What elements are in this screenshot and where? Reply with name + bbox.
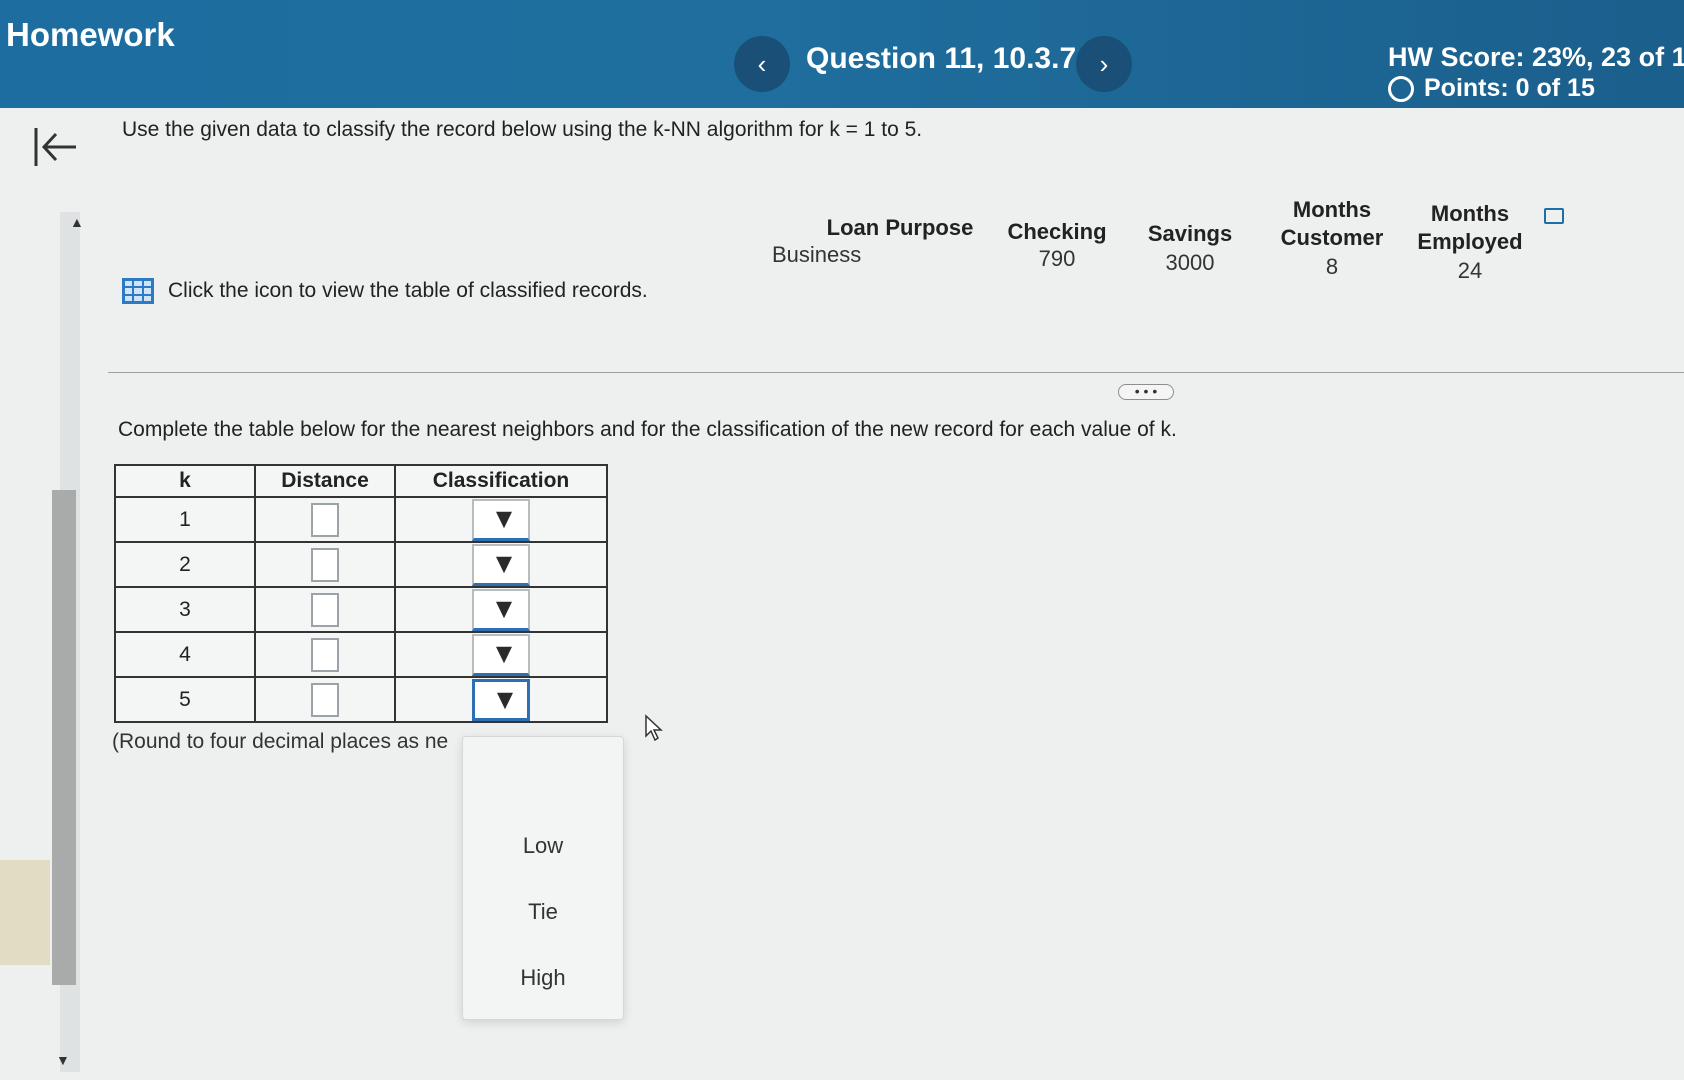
header-months-customer-1: Months xyxy=(1292,197,1372,222)
mouse-pointer-icon xyxy=(645,714,663,742)
view-records-text: Click the icon to view the table of clas… xyxy=(168,279,648,302)
distance-input[interactable] xyxy=(311,547,339,582)
distance-input[interactable] xyxy=(311,682,339,717)
column-header-classification: Classification xyxy=(394,464,608,498)
dropdown-arrow-icon xyxy=(496,601,512,619)
header-savings: Savings xyxy=(1147,221,1233,246)
classification-dropdown[interactable] xyxy=(472,498,530,541)
classification-dropdown[interactable] xyxy=(472,543,530,586)
collapse-sidebar-icon[interactable] xyxy=(32,124,80,170)
incomplete-circle-icon xyxy=(1388,75,1414,102)
dropdown-arrow-icon xyxy=(496,556,512,574)
more-options-button[interactable]: • • • xyxy=(1118,384,1174,400)
k-value: 1 xyxy=(114,496,256,543)
copy-data-icon[interactable] xyxy=(1544,208,1564,224)
k-value: 3 xyxy=(114,586,256,633)
header-months-customer-2: Customer xyxy=(1280,225,1384,250)
rounding-note: (Round to four decimal places as ne xyxy=(112,730,449,753)
next-question-button[interactable]: › xyxy=(1076,36,1132,92)
answer-table: k Distance Classification 1 2 3 4 5 xyxy=(114,464,608,723)
k-value: 4 xyxy=(114,631,256,678)
table-row: 4 xyxy=(114,631,608,678)
question-instruction: Use the given data to classify the recor… xyxy=(122,118,923,141)
value-months-employed: 24 xyxy=(1457,258,1483,283)
distance-input[interactable] xyxy=(311,592,339,627)
header-checking: Checking xyxy=(1007,219,1107,244)
header-months-employed-2: Employed xyxy=(1417,229,1523,254)
view-classified-records-link[interactable]: Click the icon to view the table of clas… xyxy=(122,278,648,304)
value-months-customer: 8 xyxy=(1325,254,1339,279)
question-scrollbar-thumb[interactable] xyxy=(52,490,76,985)
scroll-down-icon[interactable]: ▼ xyxy=(56,1052,70,1068)
new-record-table: Loan Purpose Checking Savings Months Cus… xyxy=(770,196,1620,286)
option-low[interactable]: Low xyxy=(463,833,623,859)
column-header-distance: Distance xyxy=(254,464,396,498)
homework-title: Homework xyxy=(6,16,175,53)
distance-input[interactable] xyxy=(311,637,339,672)
header-months-employed-1: Months xyxy=(1430,201,1510,226)
option-high[interactable]: High xyxy=(463,965,623,991)
value-checking: 790 xyxy=(1038,246,1076,271)
points-status: Points: 0 of 15 xyxy=(1388,74,1595,103)
classification-dropdown[interactable] xyxy=(472,633,530,676)
dropdown-arrow-icon xyxy=(496,646,512,664)
question-title: Question 11, 10.3.7 xyxy=(806,42,1077,75)
classification-options-menu: Low Tie High xyxy=(462,736,624,1020)
section-divider xyxy=(108,372,1684,373)
option-tie[interactable]: Tie xyxy=(463,899,623,925)
table-row: 5 xyxy=(114,676,608,723)
points-text: Points: 0 of 15 xyxy=(1424,74,1595,102)
previous-question-button[interactable]: ‹ xyxy=(734,36,790,92)
chevron-left-icon: ‹ xyxy=(757,48,767,79)
hw-score: HW Score: 23%, 23 of 100 xyxy=(1388,42,1684,72)
dropdown-arrow-icon xyxy=(496,511,512,529)
header-loan-purpose: Loan Purpose xyxy=(826,215,974,240)
top-bar: Homework ‹ Question 11, 10.3.7 › HW Scor… xyxy=(0,0,1684,108)
column-header-k: k xyxy=(114,464,256,498)
table-row: 3 xyxy=(114,586,608,633)
table-row: 2 xyxy=(114,541,608,588)
distance-input[interactable] xyxy=(311,502,339,537)
k-value: 2 xyxy=(114,541,256,588)
complete-table-instruction: Complete the table below for the nearest… xyxy=(118,418,1177,441)
k-value: 5 xyxy=(114,676,256,723)
scroll-up-icon[interactable]: ▲ xyxy=(70,214,84,230)
table-grid-icon[interactable] xyxy=(122,278,154,304)
dropdown-arrow-icon xyxy=(497,692,513,710)
classification-dropdown-open[interactable] xyxy=(472,678,530,721)
chevron-right-icon: › xyxy=(1099,48,1109,79)
side-tab xyxy=(0,860,50,965)
classification-dropdown[interactable] xyxy=(472,588,530,631)
value-savings: 3000 xyxy=(1165,250,1215,275)
table-row: 1 xyxy=(114,496,608,543)
value-loan-purpose: Business xyxy=(772,242,862,267)
